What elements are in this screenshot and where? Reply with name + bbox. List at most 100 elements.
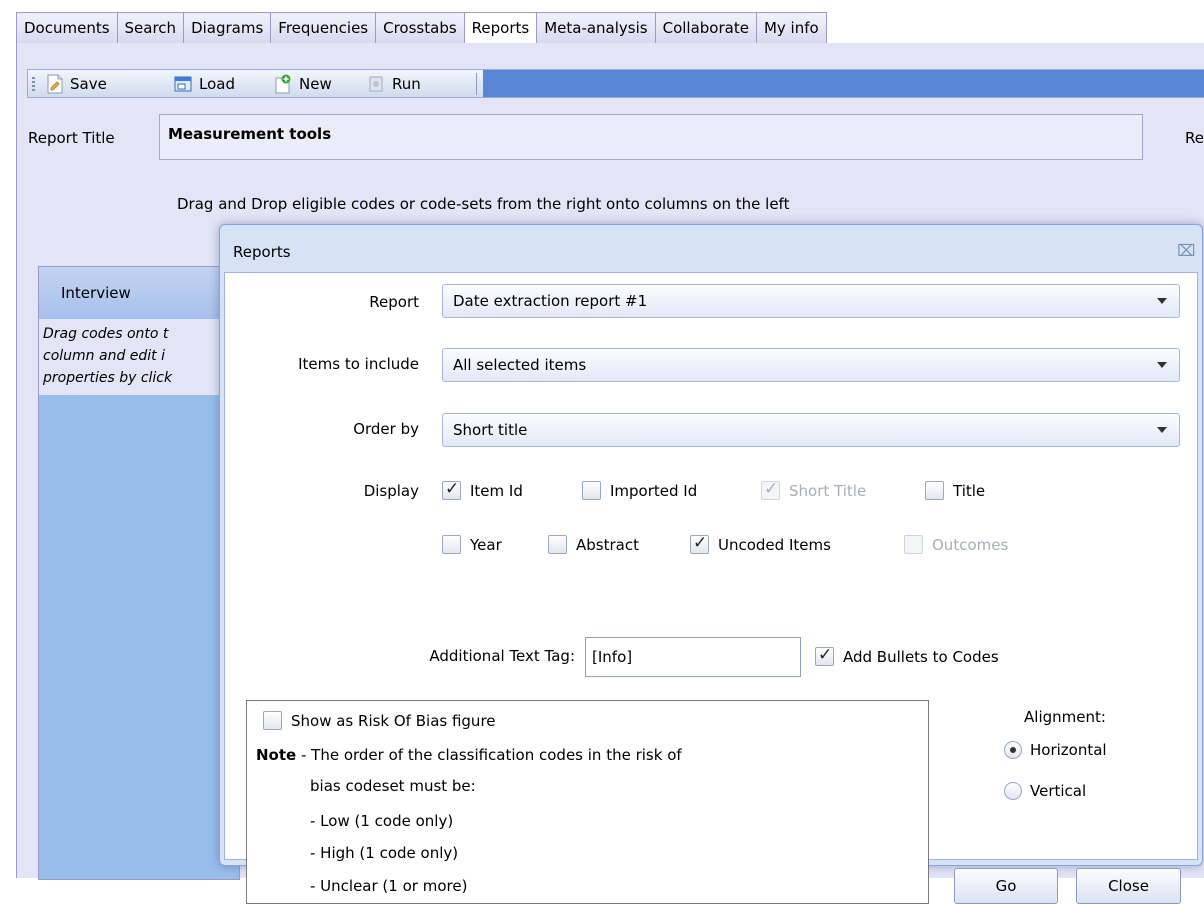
report-label: Report xyxy=(369,293,419,311)
toolbar-fill xyxy=(483,70,1204,97)
checkbox-box xyxy=(904,535,923,554)
vertical-label: Vertical xyxy=(1030,782,1087,800)
abstract-label: Abstract xyxy=(576,535,639,554)
chevron-down-icon xyxy=(1157,298,1167,304)
checkbox-box xyxy=(263,711,282,730)
close-button[interactable]: Close xyxy=(1076,868,1181,904)
tab-crosstabs[interactable]: Crosstabs xyxy=(375,12,465,43)
year-label: Year xyxy=(470,535,502,554)
chevron-down-icon xyxy=(1157,427,1167,433)
checkbox-box xyxy=(548,535,567,554)
go-button[interactable]: Go xyxy=(954,868,1058,904)
report-select[interactable]: Date extraction report #1 xyxy=(442,284,1180,318)
new-button[interactable]: New xyxy=(273,73,332,95)
risk-of-bias-checkbox[interactable]: Show as Risk Of Bias figure xyxy=(263,711,496,730)
radio-circle xyxy=(1004,741,1022,759)
note-continuation: bias codeset must be: xyxy=(310,777,476,795)
reports-dialog: Reports ⌧ Report Date extraction report … xyxy=(219,224,1203,904)
tab-meta-analysis[interactable]: Meta-analysis xyxy=(536,12,656,43)
tab-documents[interactable]: Documents xyxy=(16,12,118,43)
title-checkbox[interactable]: Title xyxy=(925,481,985,500)
items-label: Items to include xyxy=(298,355,419,373)
tab-collaborate[interactable]: Collaborate xyxy=(654,12,757,43)
column-panel[interactable]: Interview Drag codes onto t column and e… xyxy=(38,266,240,880)
imported-id-checkbox[interactable]: Imported Id xyxy=(582,481,697,500)
save-icon xyxy=(47,74,63,94)
checkbox-box xyxy=(925,481,944,500)
tab-diagrams[interactable]: Diagrams xyxy=(183,12,272,43)
new-doc-icon xyxy=(275,74,291,94)
note-label: Note xyxy=(256,746,297,764)
vertical-radio[interactable]: Vertical xyxy=(1004,782,1086,800)
checkbox-box xyxy=(761,479,780,500)
add-bullets-checkbox[interactable]: Add Bullets to Codes xyxy=(815,645,999,666)
note-item: - Low (1 code only) xyxy=(310,812,454,830)
chevron-down-icon xyxy=(1157,362,1167,368)
outcomes-checkbox: Outcomes xyxy=(904,535,1008,554)
year-checkbox[interactable]: Year xyxy=(442,535,502,554)
order-by-label: Order by xyxy=(353,420,419,438)
checkbox-box xyxy=(582,481,601,500)
tabs: Documents Search Diagrams Frequencies Cr… xyxy=(16,12,827,44)
display-label: Display xyxy=(363,482,419,500)
toolbar: Save Load New Run xyxy=(27,69,1204,98)
uncoded-items-label: Uncoded Items xyxy=(718,535,831,554)
short-title-checkbox: Short Title xyxy=(761,479,867,500)
report-title-label: Report Title xyxy=(28,129,115,147)
tab-reports[interactable]: Reports xyxy=(463,12,538,44)
items-select[interactable]: All selected items xyxy=(442,348,1180,382)
report-title-input[interactable]: Measurement tools xyxy=(159,114,1143,160)
load-label: Load xyxy=(199,75,235,93)
order-by-select-value: Short title xyxy=(453,421,528,439)
run-icon xyxy=(369,76,383,92)
tab-bar: Documents Search Diagrams Frequencies Cr… xyxy=(0,0,1204,44)
report-select-value: Date extraction report #1 xyxy=(453,292,648,310)
tab-frequencies[interactable]: Frequencies xyxy=(270,12,377,43)
column-header[interactable]: Interview xyxy=(39,267,239,319)
close-icon[interactable]: ⌧ xyxy=(1177,241,1195,260)
save-button[interactable]: Save xyxy=(46,73,107,95)
horizontal-radio[interactable]: Horizontal xyxy=(1004,741,1107,759)
drag-hint: Drag and Drop eligible codes or code-set… xyxy=(177,195,790,213)
note-item: - Unclear (1 or more) xyxy=(310,877,468,895)
column-drop-area[interactable] xyxy=(39,395,239,879)
checkbox-box xyxy=(442,479,461,500)
report-side-label: Rep xyxy=(1185,129,1204,147)
radio-circle xyxy=(1004,782,1022,800)
run-label: Run xyxy=(392,75,421,93)
save-label: Save xyxy=(70,75,107,93)
dialog-title: Reports xyxy=(233,243,291,261)
note-line: Note - The order of the classification c… xyxy=(256,746,682,764)
abstract-checkbox[interactable]: Abstract xyxy=(548,535,639,554)
run-button[interactable]: Run xyxy=(366,73,421,95)
add-bullets-label: Add Bullets to Codes xyxy=(843,647,999,666)
risk-of-bias-label: Show as Risk Of Bias figure xyxy=(291,711,496,730)
toolbar-separator xyxy=(476,73,477,95)
load-icon xyxy=(174,76,192,92)
item-id-checkbox[interactable]: Item Id xyxy=(442,479,523,500)
tab-search[interactable]: Search xyxy=(116,12,185,43)
item-id-label: Item Id xyxy=(470,481,523,500)
imported-id-label: Imported Id xyxy=(610,481,698,500)
risk-of-bias-panel: Show as Risk Of Bias figure Note - The o… xyxy=(246,700,929,904)
order-by-select[interactable]: Short title xyxy=(442,413,1180,447)
text-tag-label: Additional Text Tag: xyxy=(429,647,575,665)
column-instructions-line: properties by click xyxy=(43,370,173,386)
text-tag-input[interactable]: [Info] xyxy=(585,637,801,677)
checkbox-box xyxy=(690,533,709,554)
column-instructions-line: column and edit i xyxy=(43,348,165,364)
note-item: - High (1 code only) xyxy=(310,844,459,862)
checkbox-box xyxy=(815,645,834,666)
items-select-value: All selected items xyxy=(453,356,587,374)
column-instructions: Drag codes onto t column and edit i prop… xyxy=(39,319,239,399)
new-label: New xyxy=(299,75,332,93)
tab-my-info[interactable]: My info xyxy=(755,12,827,43)
column-instructions-line: Drag codes onto t xyxy=(43,326,169,342)
toolbar-grip[interactable] xyxy=(32,77,35,93)
note-text: - The order of the classification codes … xyxy=(300,746,682,764)
outcomes-label: Outcomes xyxy=(932,535,1009,554)
uncoded-items-checkbox[interactable]: Uncoded Items xyxy=(690,533,831,554)
horizontal-label: Horizontal xyxy=(1030,741,1107,759)
load-button[interactable]: Load xyxy=(173,73,235,95)
short-title-label: Short Title xyxy=(789,481,867,500)
